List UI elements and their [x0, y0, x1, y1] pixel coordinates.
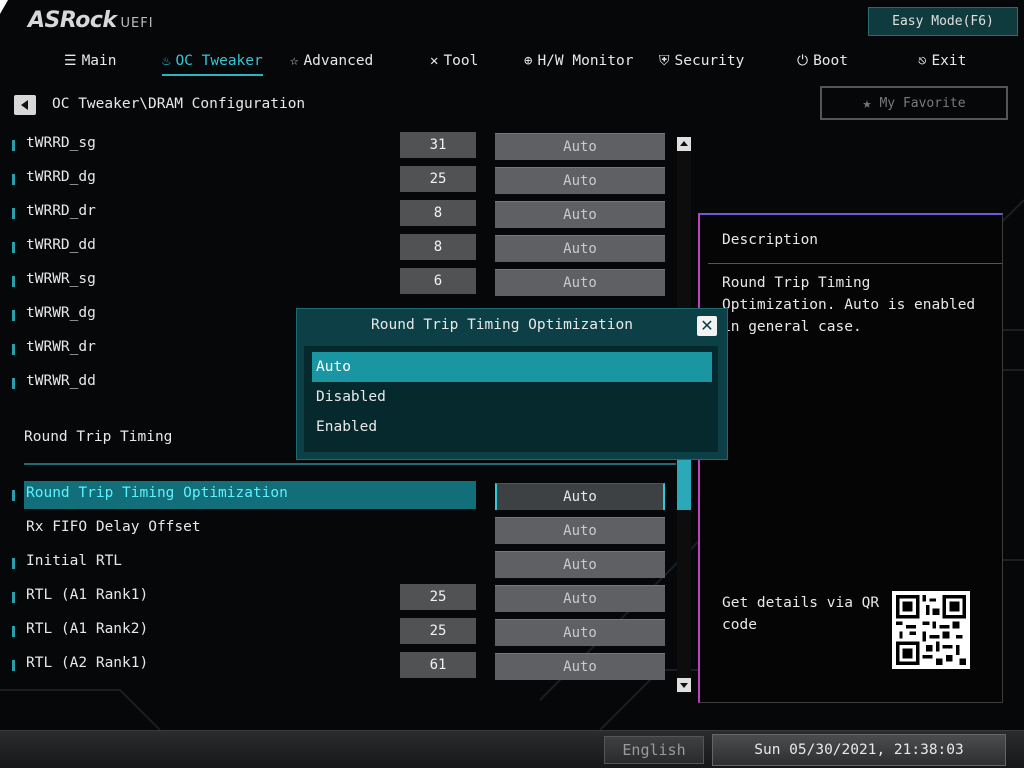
setting-label: Round Trip Timing Optimization — [26, 485, 288, 501]
easy-mode-button[interactable]: Easy Mode(F6) — [868, 7, 1018, 36]
mouse-cursor — [0, 0, 8, 14]
setting-label: tWRWR_dd — [26, 373, 96, 389]
setting-option-button[interactable]: Auto — [495, 235, 665, 262]
my-favorite-button[interactable]: ★ My Favorite — [820, 86, 1008, 120]
dialog-option-auto[interactable]: Auto — [312, 352, 712, 382]
description-divider — [708, 263, 1002, 264]
setting-option-button[interactable]: Auto — [495, 133, 665, 160]
section-divider — [24, 463, 676, 465]
setting-row-twrrd-dg[interactable]: tWRRD_dg 25 Auto — [0, 165, 700, 194]
tab-tool[interactable]: ✕ Tool — [430, 46, 478, 76]
setting-option-button[interactable]: Auto — [495, 619, 665, 646]
tab-security[interactable]: ⛨ Security — [659, 46, 744, 76]
setting-option-button[interactable]: Auto — [495, 167, 665, 194]
section-title: Round Trip Timing — [24, 429, 173, 445]
dialog-title: Round Trip Timing Optimization — [371, 317, 633, 333]
setting-row-rtl-a2-rank1[interactable]: RTL (A2 Rank1) 61 Auto — [0, 651, 700, 680]
star-outline-icon: ☆ — [290, 53, 299, 69]
close-icon[interactable]: ✕ — [697, 316, 717, 336]
setting-row-twrrd-dr[interactable]: tWRRD_dr 8 Auto — [0, 199, 700, 228]
setting-option-button[interactable]: Auto — [495, 269, 665, 296]
description-title: Description — [722, 232, 819, 248]
breadcrumb: OC Tweaker\DRAM Configuration — [52, 96, 306, 112]
tools-icon: ✕ — [430, 53, 439, 69]
main-tab-bar: ☰ Main ♨ OC Tweaker ☆ Advanced ✕ Tool ⊕ H/W M… — [0, 46, 1024, 76]
setting-label: tWRRD_dd — [26, 237, 96, 253]
star-icon: ★ — [862, 94, 872, 112]
tab-oc-tweaker[interactable]: ♨ OC Tweaker — [162, 46, 263, 76]
setting-label: tWRWR_dr — [26, 339, 96, 355]
scrollbar-thumb[interactable] — [677, 460, 691, 510]
setting-option-button[interactable]: Auto — [495, 201, 665, 228]
setting-label: tWRWR_sg — [26, 271, 96, 287]
exit-icon: ⎋ — [918, 53, 927, 69]
tab-hw-monitor[interactable]: ⊕ H/W Monitor — [524, 46, 633, 76]
tab-advanced[interactable]: ☆ Advanced — [290, 46, 373, 76]
dialog-options-list: Auto Disabled Enabled — [304, 346, 718, 452]
setting-label: RTL (A1 Rank1) — [26, 587, 149, 603]
crosshair-icon: ⊕ — [524, 53, 533, 69]
setting-row-rtl-a1-rank2[interactable]: RTL (A1 Rank2) 25 Auto — [0, 617, 700, 646]
setting-row-initial-rtl[interactable]: Initial RTL Auto — [0, 549, 700, 578]
setting-current-value: 61 — [400, 652, 476, 678]
setting-label: Initial RTL — [26, 553, 123, 569]
setting-current-value: 6 — [400, 268, 476, 294]
setting-current-value: 25 — [400, 584, 476, 610]
tab-main[interactable]: ☰ Main — [64, 46, 116, 76]
shield-icon: ⛨ — [659, 53, 670, 69]
setting-option-button[interactable]: Auto — [495, 551, 665, 578]
language-button[interactable]: English — [604, 736, 704, 764]
qr-caption: Get details via QR code — [722, 595, 880, 633]
back-button[interactable] — [14, 95, 36, 115]
setting-current-value: 25 — [400, 166, 476, 192]
dialog-option-enabled[interactable]: Enabled — [312, 412, 712, 442]
setting-option-button[interactable]: Auto — [495, 483, 665, 510]
setting-row-rx-fifo-delay-offset[interactable]: Rx FIFO Delay Offset Auto — [0, 515, 700, 544]
setting-row-round-trip-timing-optimization[interactable]: Round Trip Timing Optimization Auto — [0, 481, 700, 510]
setting-option-button[interactable]: Auto — [495, 585, 665, 612]
setting-label: tWRWR_dg — [26, 305, 96, 321]
qr-code-icon — [892, 591, 970, 669]
setting-label: RTL (A1 Rank2) — [26, 621, 149, 637]
power-icon: ⏻ — [797, 53, 809, 69]
setting-label: tWRRD_sg — [26, 135, 96, 151]
setting-option-button[interactable]: Auto — [495, 653, 665, 680]
setting-current-value: 8 — [400, 200, 476, 226]
asrock-logo: ASRock UEFI — [28, 8, 154, 33]
setting-label: Rx FIFO Delay Offset — [26, 519, 201, 535]
dialog-option-disabled[interactable]: Disabled — [312, 382, 712, 412]
setting-current-value: 8 — [400, 234, 476, 260]
setting-row-twrwr-sg[interactable]: tWRWR_sg 6 Auto — [0, 267, 700, 296]
setting-current-value: 31 — [400, 132, 476, 158]
description-text: Round Trip Timing Optimization. Auto is … — [722, 275, 976, 335]
setting-label: tWRRD_dg — [26, 169, 96, 185]
scroll-up-arrow-icon[interactable] — [677, 137, 691, 151]
scroll-down-arrow-icon[interactable] — [677, 678, 691, 692]
setting-row-twrrd-dd[interactable]: tWRRD_dd 8 Auto — [0, 233, 700, 262]
flame-icon: ♨ — [162, 53, 171, 69]
setting-current-value: 25 — [400, 618, 476, 644]
setting-row-rtl-a1-rank1[interactable]: RTL (A1 Rank1) 25 Auto — [0, 583, 700, 612]
setting-label: tWRRD_dr — [26, 203, 96, 219]
datetime-display: Sun 05/30/2021, 21:38:03 — [712, 734, 1006, 766]
list-icon: ☰ — [64, 53, 77, 69]
setting-option-button[interactable]: Auto — [495, 517, 665, 544]
tab-boot[interactable]: ⏻ Boot — [797, 46, 848, 76]
setting-row-twrrd-sg[interactable]: tWRRD_sg 31 Auto — [0, 131, 700, 160]
tab-exit[interactable]: ⎋ Exit — [918, 46, 966, 76]
setting-label: RTL (A2 Rank1) — [26, 655, 149, 671]
